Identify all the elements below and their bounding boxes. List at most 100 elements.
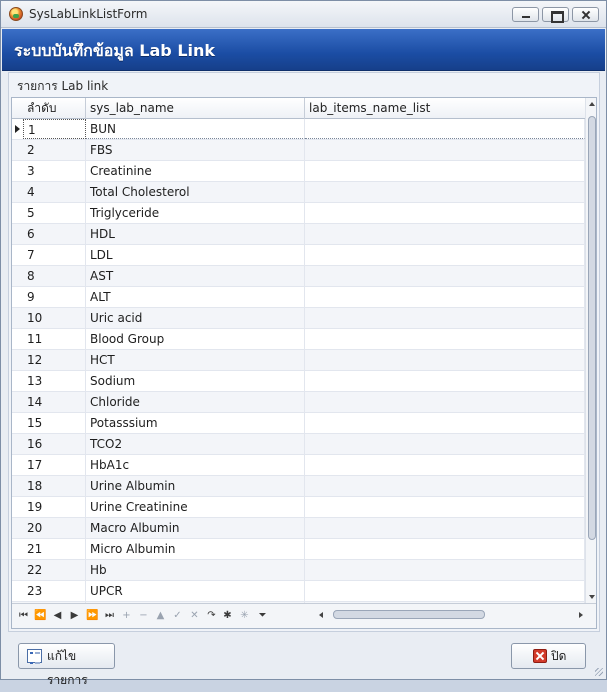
cell-sys-lab-name[interactable]: UPCR: [86, 581, 305, 601]
row-indicator-cell[interactable]: [12, 140, 23, 160]
cell-sys-lab-name[interactable]: HDL: [86, 224, 305, 244]
cell-lab-items-name-list[interactable]: [305, 581, 585, 601]
cell-sys-lab-name[interactable]: AST: [86, 266, 305, 286]
row-indicator-cell[interactable]: [12, 287, 23, 307]
table-row[interactable]: 5 Triglyceride: [12, 203, 585, 224]
column-header-lab-items-name-list[interactable]: lab_items_name_list: [305, 98, 585, 119]
cell-no[interactable]: 6: [23, 224, 86, 244]
table-row[interactable]: 6 HDL: [12, 224, 585, 245]
table-row[interactable]: 14 Chloride: [12, 392, 585, 413]
table-row[interactable]: 7 LDL: [12, 245, 585, 266]
row-indicator-cell[interactable]: [12, 329, 23, 349]
row-indicator-cell[interactable]: [12, 119, 23, 139]
cell-no[interactable]: 15: [23, 413, 86, 433]
table-row[interactable]: 3 Creatinine: [12, 161, 585, 182]
cell-lab-items-name-list[interactable]: [305, 224, 585, 244]
table-row[interactable]: 9 ALT: [12, 287, 585, 308]
row-indicator-cell[interactable]: [12, 539, 23, 559]
row-indicator-cell[interactable]: [12, 497, 23, 517]
cell-lab-items-name-list[interactable]: [305, 287, 585, 307]
vertical-scrollbar[interactable]: [585, 98, 596, 603]
cell-sys-lab-name[interactable]: HbA1c: [86, 455, 305, 475]
cell-no[interactable]: 19: [23, 497, 86, 517]
cell-lab-items-name-list[interactable]: [305, 392, 585, 412]
cell-no[interactable]: 10: [23, 308, 86, 328]
nav-goto-bookmark-icon[interactable]: ✳: [237, 608, 252, 623]
row-indicator-cell[interactable]: [12, 245, 23, 265]
scroll-left-icon[interactable]: [319, 612, 323, 618]
column-header-no[interactable]: ลำดับ: [23, 98, 86, 119]
cell-sys-lab-name[interactable]: Potasssium: [86, 413, 305, 433]
cell-no[interactable]: 3: [23, 161, 86, 181]
cell-lab-items-name-list[interactable]: [305, 497, 585, 517]
title-bar[interactable]: SysLabLinkListForm: [1, 1, 606, 28]
minimize-button[interactable]: [512, 7, 539, 22]
cell-sys-lab-name[interactable]: Creatinine: [86, 161, 305, 181]
cell-no[interactable]: 1: [23, 119, 86, 139]
table-row[interactable]: 16 TCO2: [12, 434, 585, 455]
cell-lab-items-name-list[interactable]: [305, 560, 585, 580]
cell-no[interactable]: 2: [23, 140, 86, 160]
cell-sys-lab-name[interactable]: Total Cholesterol: [86, 182, 305, 202]
cell-sys-lab-name[interactable]: Urine Albumin: [86, 476, 305, 496]
cell-no[interactable]: 20: [23, 518, 86, 538]
row-indicator-cell[interactable]: [12, 455, 23, 475]
table-row[interactable]: 21 Micro Albumin: [12, 539, 585, 560]
table-row[interactable]: 19 Urine Creatinine: [12, 497, 585, 518]
cell-sys-lab-name[interactable]: Chloride: [86, 392, 305, 412]
cell-sys-lab-name[interactable]: Triglyceride: [86, 203, 305, 223]
horizontal-scroll-thumb[interactable]: [333, 610, 485, 619]
scroll-right-icon[interactable]: [579, 612, 583, 618]
nav-next-icon[interactable]: ▶: [67, 608, 82, 623]
cell-lab-items-name-list[interactable]: [305, 182, 585, 202]
cell-lab-items-name-list[interactable]: [305, 539, 585, 559]
cell-lab-items-name-list[interactable]: [305, 455, 585, 475]
row-indicator-cell[interactable]: [12, 308, 23, 328]
nav-bookmark-icon[interactable]: ✱: [220, 608, 235, 623]
cell-sys-lab-name[interactable]: Micro Albumin: [86, 539, 305, 559]
row-indicator-cell[interactable]: [12, 560, 23, 580]
cell-no[interactable]: 17: [23, 455, 86, 475]
cell-lab-items-name-list[interactable]: [305, 266, 585, 286]
cell-lab-items-name-list[interactable]: [305, 350, 585, 370]
cell-sys-lab-name[interactable]: LDL: [86, 245, 305, 265]
cell-no[interactable]: 23: [23, 581, 86, 601]
cell-sys-lab-name[interactable]: FBS: [86, 140, 305, 160]
cell-lab-items-name-list[interactable]: [305, 140, 585, 160]
table-row[interactable]: 18 Urine Albumin: [12, 476, 585, 497]
cell-lab-items-name-list[interactable]: [305, 245, 585, 265]
cell-sys-lab-name[interactable]: ALT: [86, 287, 305, 307]
nav-prev-page-icon[interactable]: ⏪: [33, 608, 48, 623]
nav-edit-icon[interactable]: ▲: [153, 608, 168, 623]
cell-lab-items-name-list[interactable]: [305, 413, 585, 433]
table-row[interactable]: 15 Potasssium: [12, 413, 585, 434]
cell-sys-lab-name[interactable]: BUN: [86, 119, 305, 139]
cell-no[interactable]: 5: [23, 203, 86, 223]
close-button[interactable]: ปิด: [511, 643, 586, 669]
nav-last-icon[interactable]: ⏭: [102, 608, 117, 623]
nav-cancel-icon[interactable]: ✕: [187, 608, 202, 623]
vertical-scroll-thumb[interactable]: [588, 116, 596, 540]
row-indicator-cell[interactable]: [12, 392, 23, 412]
nav-refresh-icon[interactable]: ↷: [204, 608, 219, 623]
cell-no[interactable]: 12: [23, 350, 86, 370]
table-row[interactable]: 22 Hb: [12, 560, 585, 581]
row-indicator-cell[interactable]: [12, 476, 23, 496]
cell-no[interactable]: 8: [23, 266, 86, 286]
table-row[interactable]: 20 Macro Albumin: [12, 518, 585, 539]
row-indicator-cell[interactable]: [12, 581, 23, 601]
table-row[interactable]: 8 AST: [12, 266, 585, 287]
column-header-sys-lab-name[interactable]: sys_lab_name: [86, 98, 305, 119]
scroll-up-icon[interactable]: [589, 102, 595, 106]
cell-no[interactable]: 14: [23, 392, 86, 412]
cell-no[interactable]: 9: [23, 287, 86, 307]
nav-filter-icon[interactable]: ⏷: [255, 608, 270, 623]
maximize-button[interactable]: [542, 7, 569, 23]
table-row[interactable]: 2 FBS: [12, 140, 585, 161]
table-row[interactable]: 10 Uric acid: [12, 308, 585, 329]
close-window-button[interactable]: [572, 7, 599, 22]
row-indicator-cell[interactable]: [12, 182, 23, 202]
table-row[interactable]: 11 Blood Group: [12, 329, 585, 350]
cell-sys-lab-name[interactable]: HCT: [86, 350, 305, 370]
cell-sys-lab-name[interactable]: Macro Albumin: [86, 518, 305, 538]
